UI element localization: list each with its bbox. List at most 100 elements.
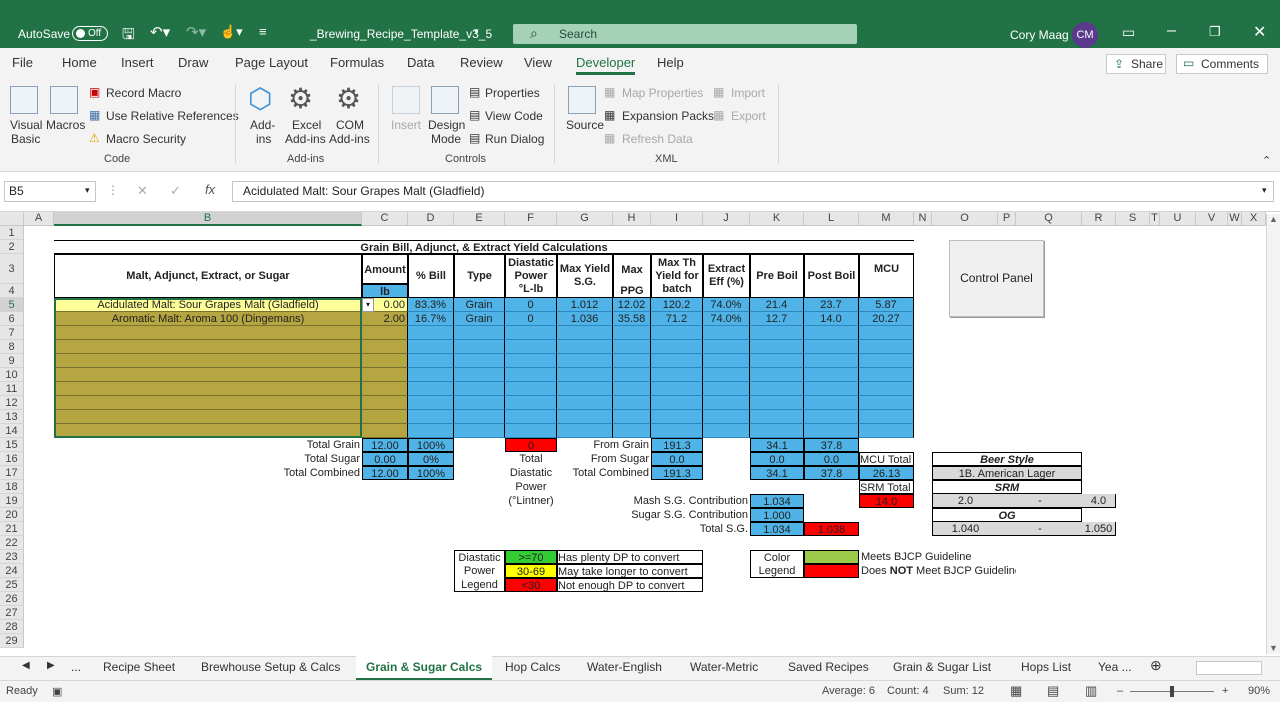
dp-label[interactable]: Power (505, 480, 557, 494)
calc-cell-type[interactable] (454, 382, 505, 396)
header-bill[interactable]: % Bill (408, 254, 454, 298)
menu-draw[interactable]: Draw (178, 55, 208, 70)
row-header[interactable]: 28 (0, 620, 24, 634)
calc-cell-pre[interactable] (750, 354, 804, 368)
calc-cell-post[interactable]: 14.0 (804, 312, 859, 326)
calc-cell-post[interactable]: 23.7 (804, 298, 859, 312)
row-header[interactable]: 20 (0, 508, 24, 522)
document-title[interactable]: _Brewing_Recipe_Template_v3_5 (310, 27, 492, 41)
calc-cell-post[interactable] (804, 424, 859, 438)
malt-name-cell[interactable] (54, 382, 362, 396)
calc-cell-bill[interactable] (408, 382, 454, 396)
calc-cell-maxsg[interactable]: 1.012 (557, 298, 613, 312)
og-high[interactable]: 1.050 (1082, 522, 1116, 536)
menu-file[interactable]: File (12, 55, 33, 70)
header-mcu[interactable]: MCU (859, 254, 914, 298)
column-header[interactable]: M (859, 212, 914, 226)
calc-cell-maxsg[interactable] (557, 396, 613, 410)
amount-cell[interactable] (362, 340, 408, 354)
srm-total-label[interactable]: SRM Total (859, 480, 914, 494)
column-header[interactable]: L (804, 212, 859, 226)
meets-guideline-text[interactable]: Meets BJCP Guideline (859, 550, 1016, 564)
pre-boil-total[interactable]: 34.1 (750, 466, 804, 480)
calc-cell-type[interactable]: Grain (454, 298, 505, 312)
addins-icon[interactable]: ⬡ (248, 82, 272, 115)
calc-cell-maxsg[interactable] (557, 424, 613, 438)
calc-cell-pre[interactable] (750, 396, 804, 410)
srm-high[interactable]: 4.0 (1082, 494, 1116, 508)
dp-legend-red[interactable]: <30 (505, 578, 557, 592)
malt-name-cell[interactable]: Acidulated Malt: Sour Grapes Malt (Gladf… (54, 298, 362, 312)
total-sugar[interactable]: 0.00 (362, 452, 408, 466)
header-amount[interactable]: Amount (362, 254, 408, 284)
row-header[interactable]: 3 (0, 254, 24, 284)
calc-cell-dp[interactable] (505, 368, 557, 382)
properties-button[interactable]: Properties (485, 86, 540, 100)
calc-cell-eff[interactable] (703, 326, 750, 340)
row-header[interactable]: 5 (0, 298, 24, 312)
column-header[interactable]: G (557, 212, 613, 226)
calc-cell-maxth[interactable]: 71.2 (651, 312, 703, 326)
select-all-corner[interactable] (0, 212, 24, 226)
row-header[interactable]: 13 (0, 410, 24, 424)
tab-water-english[interactable]: Water-English (587, 660, 662, 674)
excel-addins-icon[interactable]: ⚙ (288, 82, 313, 115)
menu-review[interactable]: Review (460, 55, 503, 70)
mcu-total-label[interactable]: MCU Total (859, 452, 914, 466)
row-header[interactable]: 15 (0, 438, 24, 452)
customize-qat-icon[interactable]: ≡ (259, 24, 267, 39)
total-grain-pct[interactable]: 100% (408, 438, 454, 452)
calc-cell-ppg[interactable]: 35.58 (613, 312, 651, 326)
calc-cell-post[interactable] (804, 396, 859, 410)
calc-cell-pre[interactable] (750, 326, 804, 340)
calc-cell-ppg[interactable] (613, 396, 651, 410)
visual-basic-label[interactable]: Visual (10, 118, 42, 132)
tab-scroll-left-icon[interactable]: ◀ (22, 660, 30, 671)
menu-developer[interactable]: Developer (576, 55, 636, 75)
amount-cell[interactable] (362, 326, 408, 340)
og-low[interactable]: 1.040 (932, 522, 998, 536)
malt-name-cell[interactable]: Aromatic Malt: Aroma 100 (Dingemans) (54, 312, 362, 326)
sheet-heading[interactable]: Grain Bill, Adjunct, & Extract Yield Cal… (54, 240, 914, 254)
total-combined-th[interactable]: 191.3 (651, 466, 703, 480)
total-combined-pct[interactable]: 100% (408, 466, 454, 480)
export-button[interactable]: Export (731, 109, 766, 123)
com-addins-label-2[interactable]: Add-ins (329, 132, 370, 146)
view-code-button[interactable]: View Code (485, 109, 543, 123)
row-header[interactable]: 21 (0, 522, 24, 536)
calc-cell-type[interactable] (454, 326, 505, 340)
calc-cell-type[interactable]: Grain (454, 312, 505, 326)
tab-scroll-right-icon[interactable]: ▶ (47, 660, 55, 671)
dropdown-arrow-icon[interactable]: ▾ (362, 298, 374, 312)
row-header[interactable]: 19 (0, 494, 24, 508)
amount-cell[interactable] (362, 354, 408, 368)
total-sg-label[interactable]: Total S.G. (557, 522, 750, 536)
total-grain[interactable]: 12.00 (362, 438, 408, 452)
close-icon[interactable]: ✕ (1253, 22, 1266, 42)
row-header[interactable]: 2 (0, 240, 24, 254)
calc-cell-maxsg[interactable]: 1.036 (557, 312, 613, 326)
amount-cell[interactable] (362, 396, 408, 410)
calc-cell-pre[interactable] (750, 368, 804, 382)
from-sugar-label[interactable]: From Sugar (557, 452, 651, 466)
save-icon[interactable]: 🖫 (122, 24, 135, 49)
column-header[interactable]: B (54, 212, 362, 226)
avatar[interactable]: CM (1072, 22, 1098, 48)
column-header[interactable]: R (1082, 212, 1116, 226)
column-header[interactable]: W (1228, 212, 1242, 226)
source-label[interactable]: Source (566, 118, 604, 132)
calc-cell-maxsg[interactable] (557, 326, 613, 340)
menu-insert[interactable]: Insert (121, 55, 154, 70)
spreadsheet-grid[interactable]: ABCDEFGHIJKLMNOPQRSTUVWX 1 2 3 4 5 6 7 8 9 10 11 12… (0, 212, 1266, 656)
menu-view[interactable]: View (524, 55, 552, 70)
calc-cell-ppg[interactable] (613, 326, 651, 340)
row-header[interactable]: 16 (0, 452, 24, 466)
macro-security-button[interactable]: Macro Security (106, 132, 186, 146)
design-mode-label[interactable]: Design (428, 118, 465, 132)
design-mode-icon[interactable] (431, 86, 459, 114)
malt-name-cell[interactable] (54, 424, 362, 438)
horizontal-scrollbar[interactable] (1196, 661, 1262, 675)
search-box[interactable]: Search (513, 24, 857, 44)
calc-cell-maxth[interactable] (651, 368, 703, 382)
mcu-total[interactable]: 26.13 (859, 466, 914, 480)
